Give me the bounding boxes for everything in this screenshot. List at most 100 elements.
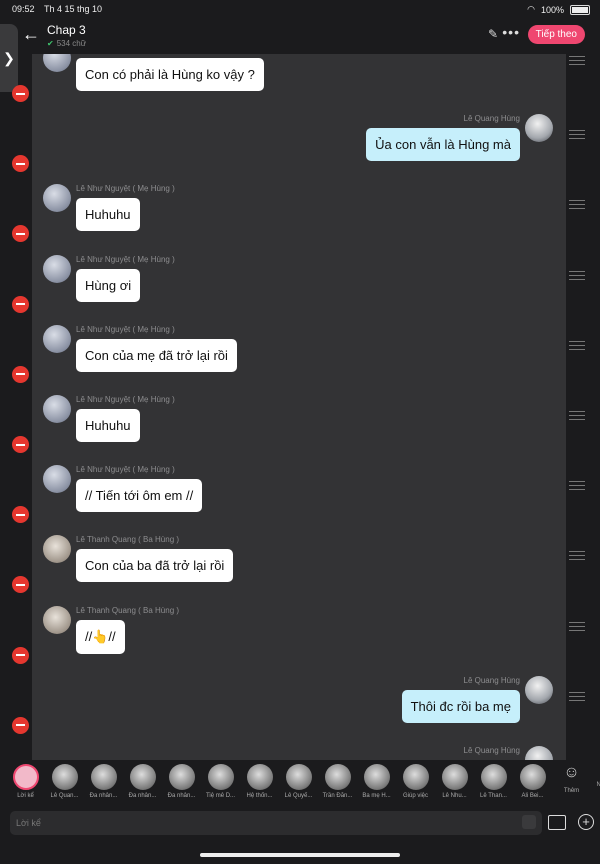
message-row: Lê Như Nguyệt ( Mẹ Hùng ) // Tiến tới ôm … xyxy=(32,461,566,531)
message-input[interactable]: Lời kể xyxy=(10,811,542,835)
more-icon[interactable]: ••• xyxy=(502,24,520,40)
character-avatar xyxy=(519,764,546,790)
avatar[interactable] xyxy=(43,605,71,634)
character-chip[interactable]: Đa nhân... xyxy=(164,764,199,799)
avatar[interactable] xyxy=(43,535,71,564)
character-name: Đa nhân... xyxy=(89,793,118,799)
sender-name: Lê Như Nguyệt ( Mẹ Hùng ) xyxy=(76,254,175,264)
message-bubble[interactable]: Con của ba đã trở lại rồi xyxy=(76,549,234,583)
avatar[interactable] xyxy=(43,184,71,213)
avatar[interactable] xyxy=(525,746,553,760)
message-bubble[interactable]: Con có phải là Hùng ko vậy ? xyxy=(76,58,264,91)
message-bubble[interactable]: // Tiến tới ôm em // xyxy=(76,479,203,513)
back-icon[interactable]: ← xyxy=(22,24,40,45)
drag-handle-icon[interactable] xyxy=(569,411,585,423)
character-avatar xyxy=(51,764,78,790)
delete-row-icon[interactable] xyxy=(12,436,29,453)
word-count-text: 534 chữ xyxy=(56,39,87,48)
delete-row-icon[interactable] xyxy=(12,365,29,383)
plus-icon[interactable]: + xyxy=(578,814,594,830)
drag-handle-icon[interactable] xyxy=(569,340,585,353)
avatar[interactable] xyxy=(43,324,71,353)
character-name: Lê Quan... xyxy=(50,793,79,799)
message-row: Lê Thanh Quang ( Ba Hùng ) Con của ba đã … xyxy=(32,531,566,601)
delete-row-icon[interactable] xyxy=(12,646,29,664)
avatar[interactable] xyxy=(525,114,553,143)
drag-handle-icon[interactable] xyxy=(569,621,585,634)
delete-row-icon[interactable] xyxy=(12,506,29,524)
message-row: Lê Như Nguyệt ( Mẹ Hùng ) Huhuhu xyxy=(32,391,566,461)
character-chip[interactable]: Hệ thốn... xyxy=(242,764,277,799)
character-name: Hệ thốn... xyxy=(246,793,273,799)
character-chip[interactable]: Giúp việc xyxy=(398,764,433,799)
drag-handle-icon[interactable] xyxy=(569,200,585,212)
sender-name: Lê Quang Hùng xyxy=(463,675,521,685)
next-button[interactable]: Tiếp theo xyxy=(527,25,585,44)
delete-row-icon[interactable] xyxy=(12,225,29,243)
delete-row-icon[interactable] xyxy=(12,716,29,734)
character-name: Giúp việc xyxy=(402,793,428,799)
image-icon[interactable] xyxy=(548,815,566,830)
sender-name: Lê Quang Hùng xyxy=(463,114,521,124)
avatar[interactable] xyxy=(43,54,71,72)
sender-name: Lê Thanh Quang ( Ba Hùng ) xyxy=(76,605,180,615)
character-chip[interactable]: Lê Quan... xyxy=(47,764,82,799)
character-avatar xyxy=(168,764,195,790)
character-name: Ali Bei... xyxy=(521,793,544,799)
character-chip[interactable]: Trần Đăn... xyxy=(320,764,355,799)
character-chip[interactable]: Lê Nhu... xyxy=(437,764,472,799)
chapter-title: Chap 3 xyxy=(47,23,86,37)
character-chip[interactable]: Lê Than... xyxy=(476,764,511,799)
delete-row-icon[interactable] xyxy=(12,295,29,313)
add-character-button[interactable]: ☺ Thêm xyxy=(554,764,589,799)
send-icon[interactable] xyxy=(522,815,536,829)
delete-row-icon[interactable] xyxy=(12,85,29,102)
message-bubble[interactable]: Huhuhu xyxy=(76,198,140,232)
input-placeholder: Lời kể xyxy=(16,818,41,828)
status-date: Th 4 15 thg 10 xyxy=(44,4,103,14)
drag-handle-icon[interactable] xyxy=(569,481,585,493)
character-avatar xyxy=(129,764,156,790)
chat-area: Lê Như Nguyệt ( Mẹ Hùng ) Con có phải là … xyxy=(32,54,566,760)
add-character-label: Thêm xyxy=(563,788,580,794)
character-name: Lời kể xyxy=(17,793,34,799)
character-chip[interactable]: Đa nhân... xyxy=(86,764,121,799)
character-name: Ba mẹ H... xyxy=(362,793,391,799)
avatar[interactable] xyxy=(43,254,71,283)
message-bubble[interactable]: Ủa con vẫn là Hùng mà xyxy=(366,128,520,162)
drag-handle-icon[interactable] xyxy=(569,56,585,68)
drag-handle-icon[interactable] xyxy=(569,691,585,704)
avatar[interactable] xyxy=(43,395,71,423)
delete-row-icon[interactable] xyxy=(12,576,29,594)
battery-icon xyxy=(570,4,590,15)
sender-name: Lê Như Nguyệt ( Mẹ Hùng ) xyxy=(76,395,175,404)
delete-row-icon[interactable] xyxy=(12,155,29,173)
message-bubble[interactable]: Huhuhu xyxy=(76,409,140,442)
drag-handle-icon[interactable] xyxy=(569,130,585,142)
character-chip[interactable]: Ba mẹ H... xyxy=(359,764,394,799)
character-chip[interactable]: Lê Quyế... xyxy=(281,764,316,799)
message-row: Lê Quang Hùng Thôi đc rồi ba mẹ xyxy=(32,672,566,742)
character-chip[interactable]: Đa nhân... xyxy=(125,764,160,799)
drag-handle-icon[interactable] xyxy=(569,270,585,283)
message-bubble[interactable]: Thôi đc rồi ba mẹ xyxy=(401,689,520,723)
avatar[interactable] xyxy=(525,675,553,704)
message-bubble[interactable]: Hùng ơi xyxy=(76,268,141,302)
character-chip[interactable]: Ali Bei... xyxy=(515,764,550,799)
status-bar: 09:52 Th 4 15 thg 10 ◠ 100% xyxy=(0,0,600,18)
character-chip[interactable]: Lời kể xyxy=(8,764,43,799)
side-panel-toggle[interactable]: ❯ xyxy=(0,24,18,92)
composer: Lời kể Lê Quan... Đa nhân... Đa nhân... Đa n… xyxy=(0,760,600,864)
message-bubble[interactable]: Con của mẹ đã trở lại rồi xyxy=(76,338,237,372)
pencil-icon[interactable]: ✎ xyxy=(488,27,498,41)
more-characters-button[interactable]: ⌄Nhiều hơn xyxy=(593,764,600,799)
character-bar: Lời kể Lê Quan... Đa nhân... Đa nhân... Đa n… xyxy=(8,764,600,799)
character-chip[interactable]: Tiệ mê D... xyxy=(203,764,238,799)
status-right: ◠ 100% xyxy=(527,4,590,15)
avatar[interactable] xyxy=(43,465,71,494)
drag-handle-icon[interactable] xyxy=(569,551,585,563)
more-characters-label: Nhiều hơn xyxy=(596,782,600,788)
character-avatar xyxy=(207,764,234,790)
message-bubble[interactable]: //👆// xyxy=(76,619,125,654)
sender-name: Lê Thanh Quang ( Ba Hùng ) xyxy=(76,535,180,545)
